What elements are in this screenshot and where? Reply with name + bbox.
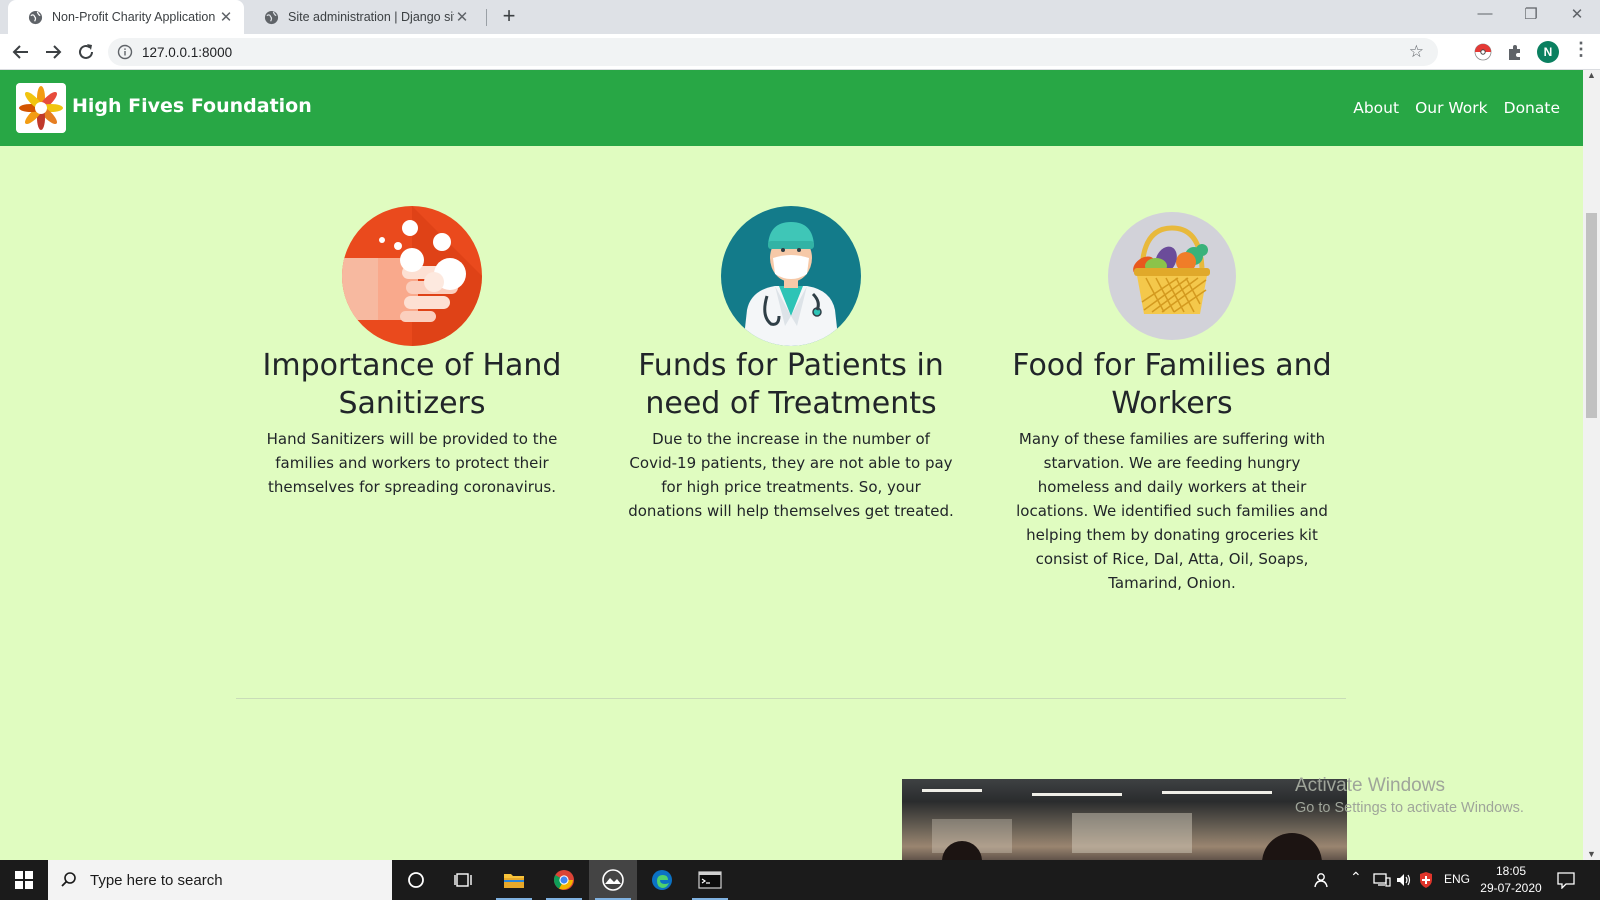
brand-name[interactable]: High Fives Foundation xyxy=(72,95,312,117)
browser-toolbar: 127.0.0.1:8000 ☆ N ⋮ xyxy=(0,34,1600,70)
back-arrow-icon[interactable] xyxy=(10,41,32,63)
card-text: Hand Sanitizers will be provided to the … xyxy=(266,430,558,496)
search-icon xyxy=(61,872,76,887)
video-thumbnail[interactable] xyxy=(902,779,1347,860)
url-text: 127.0.0.1:8000 xyxy=(142,45,233,60)
card-title: Funds for Patients in need of Treatments xyxy=(638,348,944,421)
grocery-basket-icon xyxy=(1108,212,1236,340)
nav-link-donate[interactable]: Donate xyxy=(1504,99,1560,117)
card-hand-sanitizers: Importance of Hand Sanitizers Hand Sanit… xyxy=(232,206,592,499)
close-tab-icon[interactable]: ✕ xyxy=(218,8,234,26)
chrome-icon[interactable] xyxy=(540,860,588,900)
ceiling-light xyxy=(1162,791,1272,794)
hand-sanitizer-icon xyxy=(342,206,482,346)
people-icon[interactable] xyxy=(1313,872,1331,888)
ceiling-light xyxy=(922,789,982,792)
clock-time: 18:05 xyxy=(1495,864,1527,878)
terminal-icon[interactable] xyxy=(686,860,734,900)
card-title: Food for Families and Workers xyxy=(1012,348,1332,421)
globe-icon xyxy=(28,10,43,24)
windows-start-icon[interactable] xyxy=(0,860,48,900)
tab-title: Non-Profit Charity Application xyxy=(52,10,216,24)
nav-link-our-work[interactable]: Our Work xyxy=(1415,99,1488,117)
language-indicator[interactable]: ENG xyxy=(1444,872,1470,886)
site-navbar: High Fives Foundation About Our Work Don… xyxy=(0,70,1583,146)
new-tab-icon[interactable]: + xyxy=(497,3,521,29)
taskbar-search-box[interactable]: Type here to search xyxy=(48,860,392,900)
watermark-title: Activate Windows xyxy=(1295,775,1445,796)
card-patient-funds: Funds for Patients in need of Treatments… xyxy=(611,206,971,523)
volume-icon[interactable] xyxy=(1395,872,1413,888)
page-scrollbar[interactable]: ▲ ▼ xyxy=(1583,70,1600,860)
address-bar[interactable]: 127.0.0.1:8000 ☆ xyxy=(108,38,1438,66)
scroll-up-arrow-icon[interactable]: ▲ xyxy=(1583,70,1600,80)
profile-avatar[interactable]: N xyxy=(1537,41,1559,63)
windows-activation-watermark: Activate Windows Go to Settings to activ… xyxy=(1295,775,1524,816)
tab-separator xyxy=(486,9,487,26)
card-text: Many of these families are suffering wit… xyxy=(1016,430,1328,592)
bookmark-star-icon[interactable]: ☆ xyxy=(1409,42,1424,62)
foundation-logo[interactable] xyxy=(16,83,66,133)
section-divider xyxy=(236,698,1346,699)
wall-panel xyxy=(1072,813,1192,853)
browser-tab-strip: Non-Profit Charity Application ✕ Site ad… xyxy=(0,0,1600,34)
watermark-subtitle: Go to Settings to activate Windows. xyxy=(1295,800,1524,816)
extension-pokeball-icon[interactable] xyxy=(1473,42,1493,62)
scroll-down-arrow-icon[interactable]: ▼ xyxy=(1583,849,1600,859)
window-close-icon[interactable]: ✕ xyxy=(1565,5,1589,23)
task-view-icon[interactable] xyxy=(440,860,488,900)
windows-taskbar: Type here to search ⌃ ENG 18:05 29-07-20… xyxy=(0,860,1600,900)
page-viewport: High Fives Foundation About Our Work Don… xyxy=(0,70,1583,860)
card-title: Importance of Hand Sanitizers xyxy=(262,348,562,421)
reload-icon[interactable] xyxy=(75,41,97,63)
globe-icon xyxy=(264,10,279,24)
nav-link-about[interactable]: About xyxy=(1353,99,1399,117)
tab-title: Site administration | Django site xyxy=(288,10,454,24)
edge-icon[interactable] xyxy=(638,860,686,900)
search-placeholder: Type here to search xyxy=(90,871,223,889)
action-center-icon[interactable] xyxy=(1557,871,1575,889)
browser-tab-active[interactable]: Non-Profit Charity Application ✕ xyxy=(8,0,244,34)
clock-date: 29-07-2020 xyxy=(1480,881,1542,895)
scroll-thumb[interactable] xyxy=(1586,213,1597,418)
person-silhouette xyxy=(1262,833,1322,860)
file-explorer-icon[interactable] xyxy=(490,860,538,900)
nav-links: About Our Work Donate xyxy=(1353,99,1560,117)
show-hidden-icons-icon[interactable]: ⌃ xyxy=(1350,869,1362,886)
card-text: Due to the increase in the number of Cov… xyxy=(628,430,954,520)
ceiling-light xyxy=(1032,793,1122,796)
browser-menu-icon[interactable]: ⋮ xyxy=(1572,40,1590,58)
cortana-icon[interactable] xyxy=(392,860,440,900)
close-tab-icon[interactable]: ✕ xyxy=(454,8,470,26)
restore-icon[interactable]: ❐ xyxy=(1519,5,1543,23)
extensions-puzzle-icon[interactable] xyxy=(1505,42,1525,62)
minimize-icon[interactable]: — xyxy=(1473,5,1497,22)
security-shield-icon[interactable] xyxy=(1419,871,1433,889)
browser-tab[interactable]: Site administration | Django site ✕ xyxy=(244,0,480,34)
photos-app-icon[interactable] xyxy=(589,860,637,900)
forward-arrow-icon[interactable] xyxy=(42,41,64,63)
card-food-families: Food for Families and Workers Many of th… xyxy=(992,206,1352,595)
site-info-icon[interactable] xyxy=(117,44,133,60)
network-icon[interactable] xyxy=(1373,873,1391,887)
doctor-icon xyxy=(721,206,861,346)
taskbar-clock[interactable]: 18:05 29-07-2020 xyxy=(1476,863,1546,897)
